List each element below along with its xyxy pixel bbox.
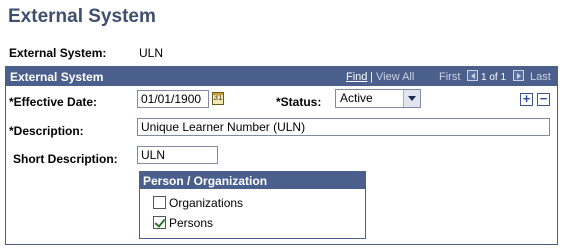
organizations-checkbox[interactable] bbox=[153, 196, 166, 209]
delete-row-button[interactable]: − bbox=[537, 92, 550, 106]
previous-row-icon[interactable] bbox=[467, 70, 478, 81]
status-value: Active bbox=[340, 91, 373, 105]
persons-checkbox[interactable] bbox=[153, 216, 166, 229]
view-all-link[interactable]: View All bbox=[376, 71, 414, 83]
nav-separator: | bbox=[370, 71, 373, 83]
calendar-icon[interactable]: 31 bbox=[212, 92, 224, 105]
section-header: External System Find | View All First 1 … bbox=[6, 67, 557, 86]
row-position: 1 of 1 bbox=[481, 72, 507, 83]
external-system-label: External System: bbox=[9, 46, 107, 60]
first-link[interactable]: First bbox=[439, 71, 460, 83]
chevron-down-icon[interactable] bbox=[403, 90, 420, 107]
status-label: *Status: bbox=[276, 95, 322, 109]
persons-label: Persons bbox=[169, 216, 214, 230]
add-row-button[interactable]: + bbox=[520, 92, 533, 106]
section-title: External System bbox=[10, 70, 104, 84]
person-organization-title: Person / Organization bbox=[143, 174, 268, 188]
description-label: *Description: bbox=[9, 124, 84, 138]
page-title: External System bbox=[8, 6, 156, 27]
next-row-icon[interactable] bbox=[513, 70, 524, 81]
find-link[interactable]: Find bbox=[346, 71, 367, 83]
external-system-value: ULN bbox=[139, 46, 164, 60]
short-description-label: Short Description: bbox=[13, 152, 118, 166]
effective-date-input[interactable]: 01/01/1900 bbox=[137, 90, 209, 108]
organizations-label: Organizations bbox=[169, 196, 244, 210]
last-link[interactable]: Last bbox=[530, 71, 551, 83]
description-input[interactable]: Unique Learner Number (ULN) bbox=[137, 118, 550, 136]
effective-date-label: *Effective Date: bbox=[9, 95, 98, 109]
status-select[interactable]: Active bbox=[335, 89, 421, 108]
short-description-input[interactable]: ULN bbox=[137, 146, 218, 164]
person-organization-header: Person / Organization bbox=[140, 172, 365, 189]
